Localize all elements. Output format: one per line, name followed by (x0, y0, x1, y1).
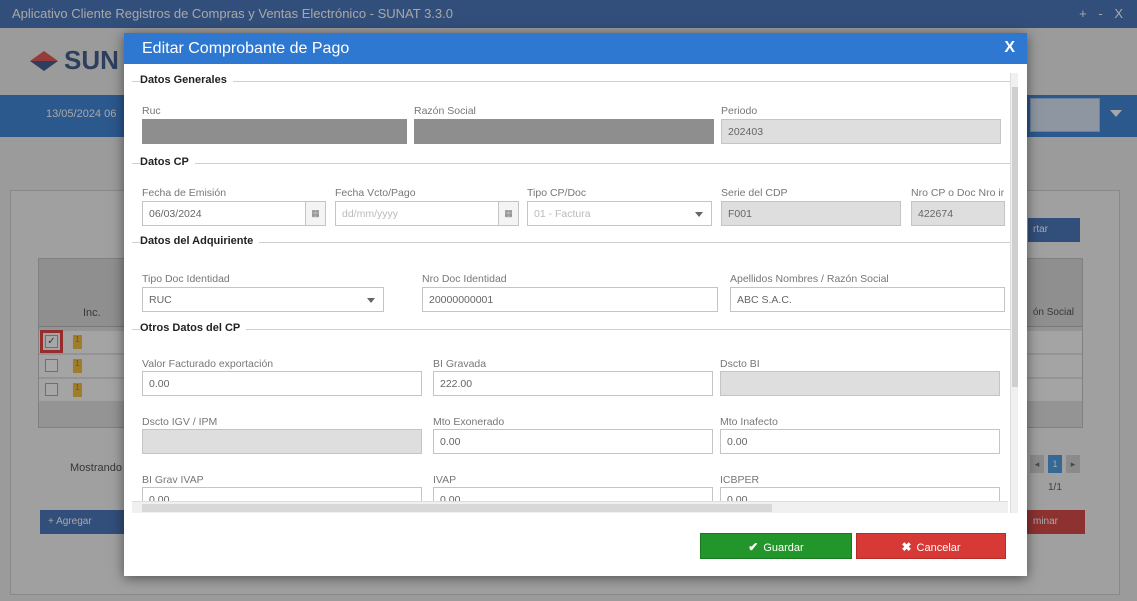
nombres-label: Apellidos Nombres / Razón Social (730, 273, 889, 285)
ivap-label: IVAP (433, 474, 457, 486)
section-title: Otros Datos del CP (140, 322, 247, 334)
cancel-button[interactable]: ✖ Cancelar (856, 533, 1006, 559)
dialog-body[interactable]: Datos Generales Ruc Razón Social Periodo… (132, 73, 1018, 513)
tipo-cp-label: Tipo CP/Doc (527, 187, 587, 199)
mto-exonerado-field[interactable]: 0.00 (433, 429, 713, 454)
horizontal-scrollbar[interactable] (132, 501, 1008, 513)
tipo-doc-label: Tipo Doc Identidad (142, 273, 230, 285)
dscto-bi-label: Dscto BI (720, 358, 760, 370)
dialog-title: Editar Comprobante de Pago (142, 40, 350, 57)
nro-cp-label: Nro CP o Doc Nro ir (911, 187, 1005, 199)
dscto-igv-label: Dscto IGV / IPM (142, 416, 218, 428)
close-icon[interactable]: X (1004, 39, 1015, 57)
dscto-igv-field[interactable] (142, 429, 422, 454)
save-button[interactable]: ✔ Guardar (700, 533, 852, 559)
periodo-label: Periodo (721, 105, 758, 117)
tipo-doc-value: RUC (149, 294, 172, 306)
edit-voucher-dialog: Editar Comprobante de Pago X Datos Gener… (124, 33, 1027, 576)
fecha-emision-field[interactable]: 06/03/2024 (142, 201, 306, 226)
nro-doc-label: Nro Doc Identidad (422, 273, 507, 285)
vertical-scrollbar[interactable] (1010, 73, 1018, 513)
dscto-bi-field[interactable] (720, 371, 1000, 396)
tipo-doc-select[interactable]: RUC (142, 287, 384, 312)
chevron-down-icon (695, 212, 703, 217)
ruc-label: Ruc (142, 105, 161, 117)
nro-doc-field[interactable]: 20000000001 (422, 287, 718, 312)
fecha-vcto-field[interactable]: dd/mm/yyyy (335, 201, 499, 226)
ruc-field[interactable] (142, 119, 407, 144)
valor-exportacion-field[interactable]: 0.00 (142, 371, 422, 396)
scrollbar-thumb[interactable] (1012, 87, 1018, 387)
icbper-label: ICBPER (720, 474, 760, 486)
serie-cdp-field[interactable]: F001 (721, 201, 901, 226)
bi-grav-ivap-label: BI Grav IVAP (142, 474, 204, 486)
fecha-emision-label: Fecha de Emisión (142, 187, 227, 199)
mto-exonerado-label: Mto Exonerado (433, 416, 505, 428)
section-title: Datos Generales (140, 74, 233, 86)
section-otros-datos: Otros Datos del CP (132, 322, 1010, 513)
chevron-down-icon (367, 298, 375, 303)
calendar-icon[interactable]: ▦ (499, 201, 519, 226)
scrollbar-thumb[interactable] (142, 504, 772, 512)
calendar-icon[interactable]: ▦ (306, 201, 326, 226)
save-button-label: Guardar (763, 542, 804, 554)
bi-gravada-field[interactable]: 222.00 (433, 371, 713, 396)
nombres-field[interactable]: ABC S.A.C. (730, 287, 1005, 312)
mto-inafecto-label: Mto Inafecto (720, 416, 778, 428)
close-icon: ✖ (901, 540, 912, 554)
periodo-field[interactable]: 202403 (721, 119, 1001, 144)
razon-social-label: Razón Social (414, 105, 476, 117)
tipo-cp-select[interactable]: 01 - Factura (527, 201, 712, 226)
valor-exportacion-label: Valor Facturado exportación (142, 358, 274, 370)
nro-cp-field[interactable]: 422674 (911, 201, 1005, 226)
bi-gravada-label: BI Gravada (433, 358, 487, 370)
serie-cdp-label: Serie del CDP (721, 187, 788, 199)
razon-social-field[interactable] (414, 119, 714, 144)
section-title: Datos del Adquiriente (140, 235, 260, 247)
cancel-button-label: Cancelar (916, 542, 961, 554)
mto-inafecto-field[interactable]: 0.00 (720, 429, 1000, 454)
section-title: Datos CP (140, 156, 195, 168)
fecha-vcto-label: Fecha Vcto/Pago (335, 187, 416, 199)
tipo-cp-value: 01 - Factura (534, 208, 591, 220)
check-icon: ✔ (748, 540, 759, 554)
dialog-header: Editar Comprobante de Pago X (124, 33, 1027, 64)
